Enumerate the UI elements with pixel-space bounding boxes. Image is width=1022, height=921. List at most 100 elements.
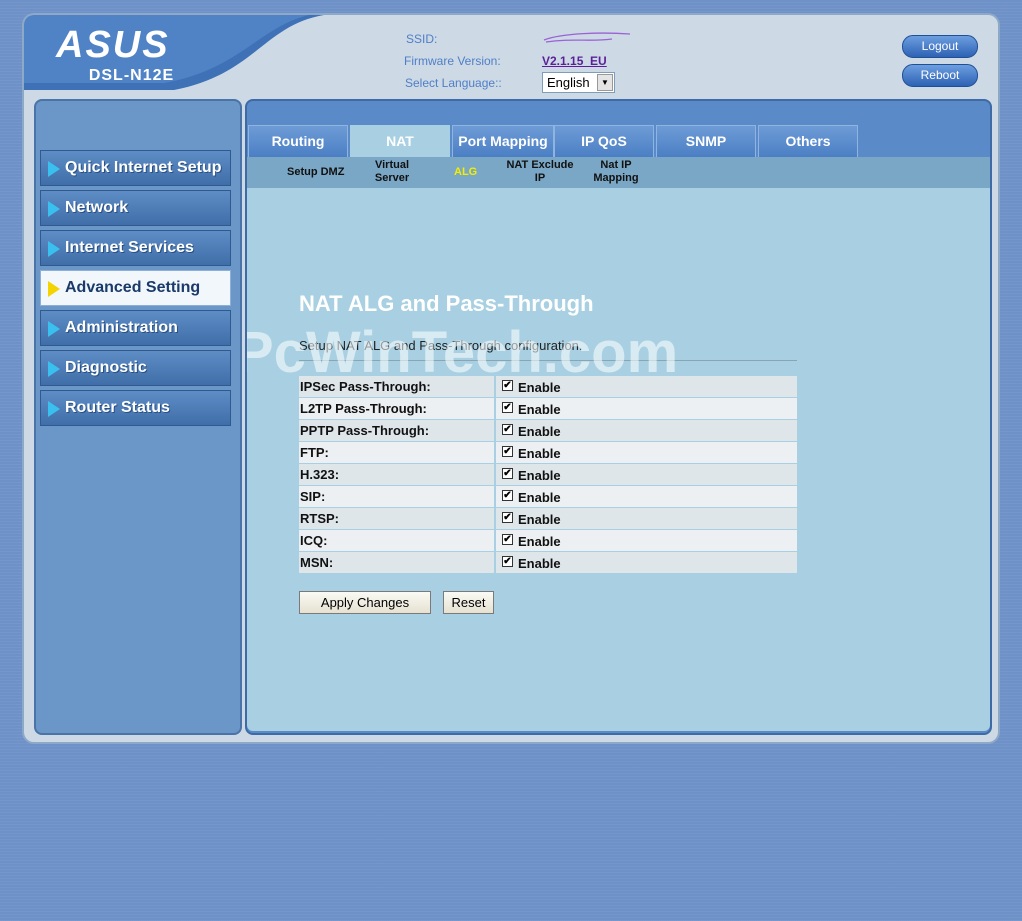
enable-cell: ✔ Enable (496, 442, 797, 463)
row-label: L2TP Pass-Through: (299, 398, 494, 419)
sidebar-item-label: Internet Services (65, 239, 194, 256)
table-row: H.323: ✔ Enable (299, 464, 797, 486)
enable-cell: ✔ Enable (496, 508, 797, 529)
tab-others[interactable]: Others (758, 125, 858, 157)
checkbox-h323[interactable]: ✔ (502, 468, 513, 479)
sidebar-item-router-status[interactable]: Router Status (40, 390, 231, 426)
reboot-button[interactable]: Reboot (902, 64, 978, 87)
page-description: Setup NAT ALG and Pass-Through configura… (299, 338, 583, 353)
enable-label: Enable (518, 380, 561, 395)
logout-button[interactable]: Logout (902, 35, 978, 58)
triangle-right-icon (48, 401, 60, 417)
logo-text: ASUS (55, 27, 170, 61)
firmware-version-link[interactable]: V2.1.15_EU (542, 54, 607, 68)
subtab-setup-dmz[interactable]: Setup DMZ (287, 166, 344, 179)
checkbox-ftp[interactable]: ✔ (502, 446, 513, 457)
table-row: RTSP: ✔ Enable (299, 508, 797, 530)
row-label: SIP: (299, 486, 494, 507)
sidebar-item-label: Router Status (65, 399, 170, 416)
sidebar-item-quick-internet-setup[interactable]: Quick Internet Setup (40, 150, 231, 186)
model-name: DSL-N12E (88, 67, 175, 84)
enable-cell: ✔ Enable (496, 398, 797, 419)
checkbox-msn[interactable]: ✔ (502, 556, 513, 567)
row-label: ICQ: (299, 530, 494, 551)
apply-changes-button[interactable]: Apply Changes (299, 591, 431, 614)
asus-logo: ASUS (55, 27, 170, 61)
table-row: ICQ: ✔ Enable (299, 530, 797, 552)
page-title: NAT ALG and Pass-Through (299, 291, 594, 316)
row-label: PPTP Pass-Through: (299, 420, 494, 441)
reset-button[interactable]: Reset (443, 591, 494, 614)
triangle-right-icon (48, 361, 60, 377)
row-label: RTSP: (299, 508, 494, 529)
checkbox-sip[interactable]: ✔ (502, 490, 513, 501)
sidebar-item-administration[interactable]: Administration (40, 310, 231, 346)
enable-cell: ✔ Enable (496, 530, 797, 551)
enable-cell: ✔ Enable (496, 486, 797, 507)
tab-nat[interactable]: NAT (350, 125, 450, 157)
tab-routing[interactable]: Routing (248, 125, 348, 157)
sidebar-item-diagnostic[interactable]: Diagnostic (40, 350, 231, 386)
sidebar-item-network[interactable]: Network (40, 190, 231, 226)
sidebar-item-label: Administration (65, 319, 178, 336)
subtab-bar: Setup DMZ Virtual Server ALG NAT Exclude… (247, 157, 990, 188)
table-row: L2TP Pass-Through: ✔ Enable (299, 398, 797, 420)
sidebar: Quick Internet Setup Network Internet Se… (34, 99, 242, 735)
ssid-value-redacted (543, 32, 631, 43)
table-row: FTP: ✔ Enable (299, 442, 797, 464)
table-row: IPSec Pass-Through: ✔ Enable (299, 376, 797, 398)
triangle-right-icon (48, 201, 60, 217)
row-label: IPSec Pass-Through: (299, 376, 494, 397)
enable-label: Enable (518, 512, 561, 527)
firmware-label: Firmware Version: (404, 54, 501, 68)
checkbox-pptp[interactable]: ✔ (502, 424, 513, 435)
ssid-label: SSID: (406, 32, 438, 46)
divider (299, 360, 797, 361)
table-row: PPTP Pass-Through: ✔ Enable (299, 420, 797, 442)
tab-ip-qos[interactable]: IP QoS (554, 125, 654, 157)
subtab-virtual-server[interactable]: Virtual Server (372, 159, 412, 185)
enable-label: Enable (518, 556, 561, 571)
subtab-nat-exclude-ip[interactable]: NAT Exclude IP (505, 159, 575, 185)
language-value: English (547, 75, 590, 90)
enable-cell: ✔ Enable (496, 376, 797, 397)
tab-snmp[interactable]: SNMP (656, 125, 756, 157)
table-row: SIP: ✔ Enable (299, 486, 797, 508)
tab-port-mapping[interactable]: Port Mapping (452, 125, 554, 157)
enable-label: Enable (518, 490, 561, 505)
checkbox-icq[interactable]: ✔ (502, 534, 513, 545)
checkbox-ipsec[interactable]: ✔ (502, 380, 513, 391)
enable-label: Enable (518, 402, 561, 417)
content-area: NAT ALG and Pass-Through Setup NAT ALG a… (247, 188, 990, 731)
enable-label: Enable (518, 468, 561, 483)
enable-label: Enable (518, 424, 561, 439)
enable-cell: ✔ Enable (496, 464, 797, 485)
sidebar-item-advanced-setting[interactable]: Advanced Setting (40, 270, 231, 306)
sidebar-item-label: Quick Internet Setup (65, 159, 222, 176)
row-label: FTP: (299, 442, 494, 463)
main-panel: Routing NAT Port Mapping IP QoS SNMP Oth… (245, 99, 992, 735)
triangle-right-icon (48, 281, 60, 297)
sidebar-item-internet-services[interactable]: Internet Services (40, 230, 231, 266)
sidebar-item-label: Network (65, 199, 129, 216)
enable-label: Enable (518, 534, 561, 549)
triangle-right-icon (48, 241, 60, 257)
triangle-right-icon (48, 321, 60, 337)
table-row: MSN: ✔ Enable (299, 552, 797, 574)
language-select[interactable]: English ▼ (542, 72, 615, 93)
checkbox-l2tp[interactable]: ✔ (502, 402, 513, 413)
triangle-right-icon (48, 161, 60, 177)
row-label: MSN: (299, 552, 494, 573)
checkbox-rtsp[interactable]: ✔ (502, 512, 513, 523)
chevron-down-icon[interactable]: ▼ (597, 74, 613, 91)
row-label: H.323: (299, 464, 494, 485)
subtab-nat-ip-mapping[interactable]: Nat IP Mapping (590, 159, 642, 185)
enable-cell: ✔ Enable (496, 420, 797, 441)
alg-table: IPSec Pass-Through: ✔ Enable L2TP Pass-Th… (299, 376, 797, 574)
enable-cell: ✔ Enable (496, 552, 797, 573)
sidebar-item-label: Advanced Setting (65, 279, 201, 296)
subtab-alg[interactable]: ALG (454, 166, 477, 179)
language-label: Select Language:: (405, 76, 502, 90)
top-tabs: Routing NAT Port Mapping IP QoS SNMP Oth… (247, 125, 990, 157)
router-admin-frame: ASUS DSL-N12E SSID: Firmware Version: V2… (22, 13, 1000, 744)
